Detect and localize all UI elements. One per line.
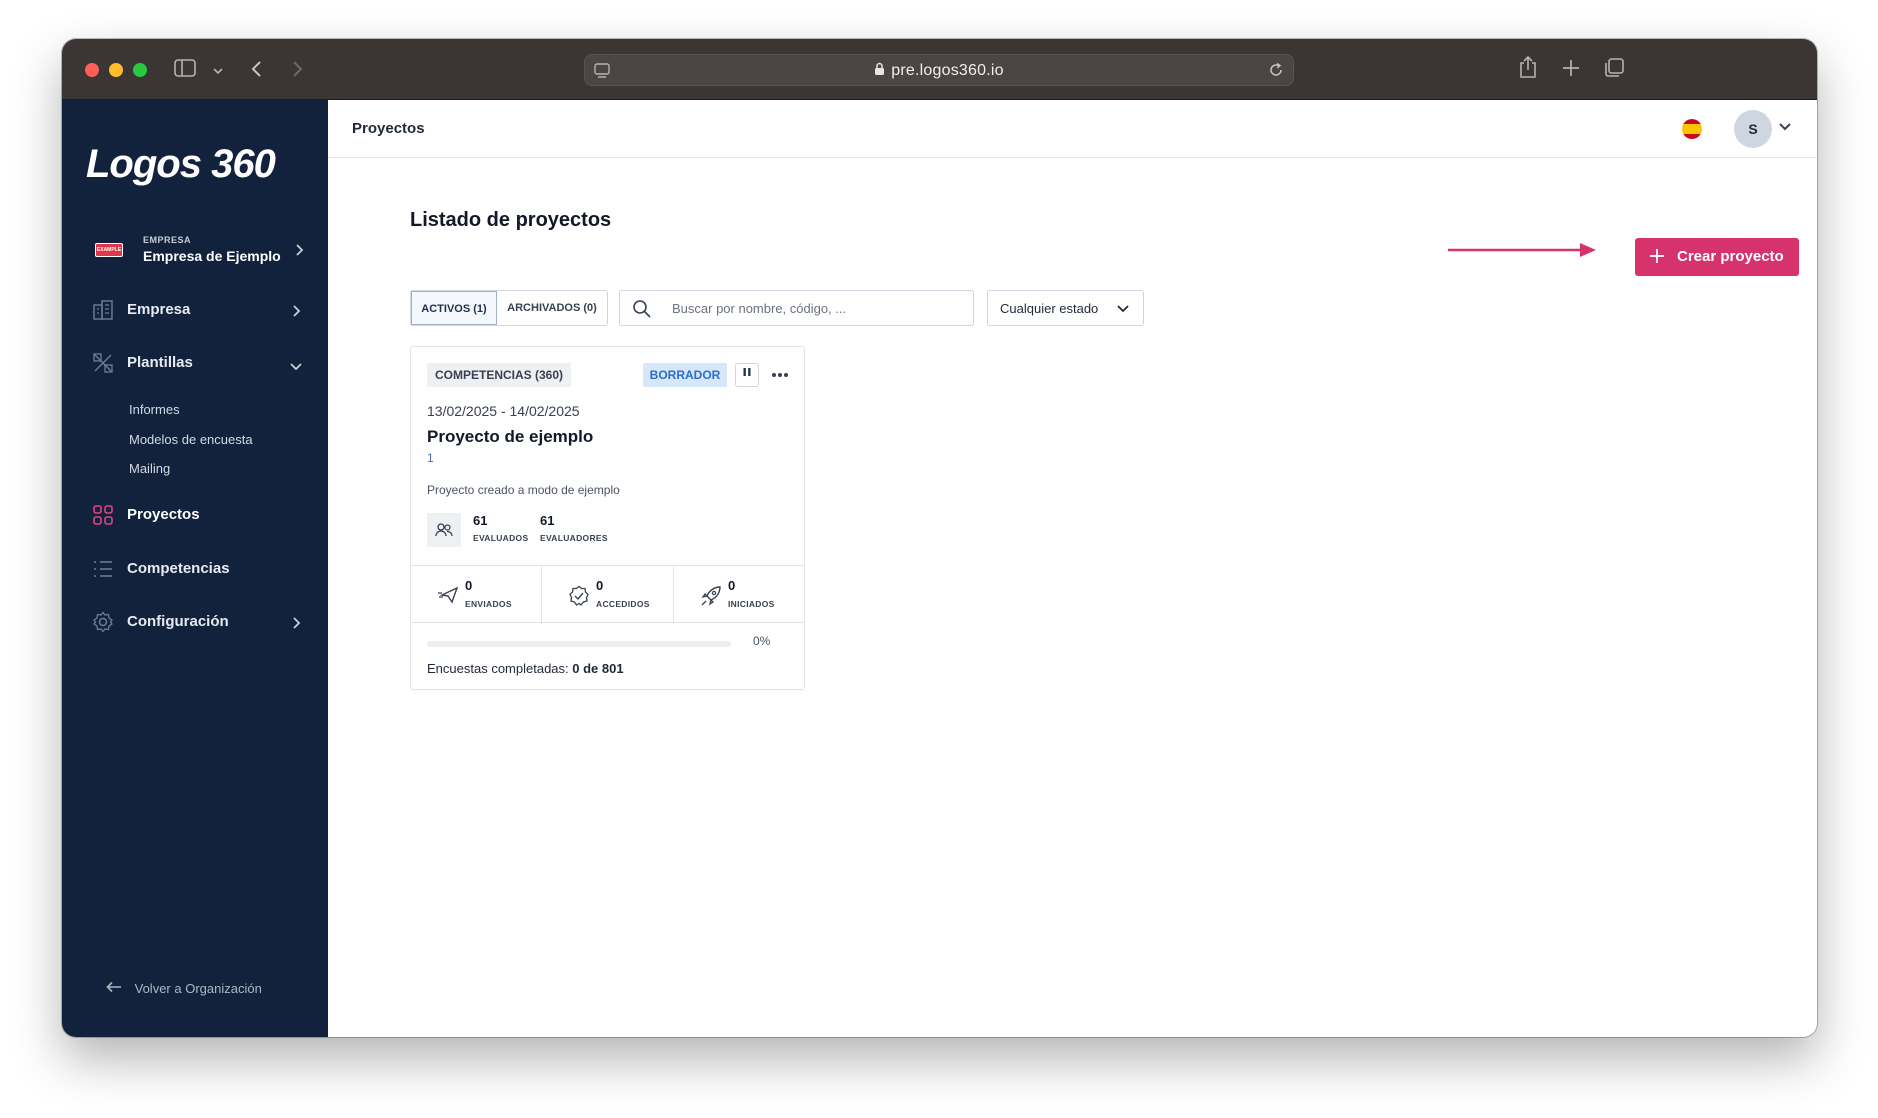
- completed-surveys: Encuestas completadas: 0 de 801: [427, 661, 624, 676]
- project-title[interactable]: Proyecto de ejemplo: [427, 427, 593, 447]
- pause-icon: [743, 368, 751, 376]
- project-dates: 13/02/2025 - 14/02/2025: [427, 403, 580, 419]
- main-content: Proyectos S Listado de proyectos Crear p…: [328, 100, 1817, 1037]
- company-selector[interactable]: EXAMPLE EMPRESA Empresa de Ejemplo: [95, 233, 305, 269]
- search-icon: [632, 299, 652, 324]
- stat-accedidos: 0 ACCEDIDOS: [542, 566, 674, 624]
- arrow-left-icon: [105, 981, 127, 996]
- sidebar: Logos 360 EXAMPLE EMPRESA Empresa de Eje…: [62, 100, 328, 1037]
- ellipsis-icon: [772, 373, 788, 377]
- back-to-organization-link[interactable]: Volver a Organización: [105, 980, 262, 996]
- tab-archivados[interactable]: ARCHIVADOS (0): [497, 291, 607, 325]
- company-name: Empresa de Ejemplo: [143, 248, 281, 264]
- sidebar-subitem-mailing[interactable]: Mailing: [129, 461, 170, 476]
- lock-icon: [874, 62, 885, 81]
- company-flag-icon: EXAMPLE: [95, 243, 123, 257]
- list-icon: [92, 558, 114, 580]
- back-arrow-icon[interactable]: [250, 59, 264, 84]
- building-icon: [92, 299, 114, 321]
- stat-iniciados: 0 INICIADOS: [674, 566, 804, 624]
- sidebar-subitem-informes[interactable]: Informes: [129, 402, 180, 417]
- progress-bar: [427, 641, 731, 647]
- templates-icon: [92, 352, 114, 374]
- spain-flag-icon[interactable]: [1682, 119, 1702, 139]
- logo[interactable]: Logos 360: [86, 142, 276, 187]
- rocket-icon: [701, 586, 721, 606]
- topbar: Proyectos S: [328, 100, 1817, 158]
- progress-percent: 0%: [753, 634, 771, 648]
- address-bar[interactable]: pre.logos360.io: [584, 54, 1294, 86]
- share-icon[interactable]: [1518, 55, 1538, 84]
- new-tab-icon[interactable]: [1562, 59, 1580, 82]
- maximize-window-button[interactable]: [133, 63, 147, 77]
- project-card[interactable]: COMPETENCIAS (360) BORRADOR 13/02/2025 -…: [410, 346, 805, 690]
- project-tabs: ACTIVOS (1) ARCHIVADOS (0): [410, 290, 608, 326]
- chevron-down-icon: [289, 358, 303, 376]
- send-icon: [438, 586, 459, 604]
- search-input[interactable]: [672, 297, 962, 319]
- sidebar-item-empresa[interactable]: Empresa: [92, 295, 304, 325]
- state-filter-select[interactable]: Cualquier estado: [987, 290, 1144, 326]
- chevron-right-icon: [291, 616, 301, 635]
- evaluadores-label: EVALUADORES: [540, 533, 608, 543]
- avatar[interactable]: S: [1734, 110, 1772, 148]
- create-project-button[interactable]: Crear proyecto: [1635, 238, 1799, 276]
- people-icon: [427, 513, 461, 547]
- plus-icon: [1649, 248, 1665, 268]
- logo-text: Logos 360: [86, 142, 276, 186]
- close-window-button[interactable]: [85, 63, 99, 77]
- project-code: 1: [427, 451, 434, 465]
- evaluados-count: 61: [473, 513, 488, 528]
- browser-titlebar: pre.logos360.io: [62, 39, 1817, 100]
- stats-row: 0 ENVIADOS 0 ACCEDIDOS 0 INICIADOS: [411, 565, 804, 624]
- sidebar-item-competencias[interactable]: Competencias: [92, 554, 304, 584]
- url-text: pre.logos360.io: [585, 62, 1293, 81]
- type-badge: COMPETENCIAS (360): [427, 363, 572, 387]
- section-title: Listado de proyectos: [410, 209, 612, 231]
- chevron-down-icon: [1115, 302, 1131, 320]
- evaluadores-count: 61: [540, 513, 555, 528]
- stat-enviados: 0 ENVIADOS: [411, 566, 542, 624]
- sidebar-item-configuracion[interactable]: Configuración: [92, 607, 304, 637]
- more-options-button[interactable]: [768, 362, 792, 386]
- browser-window: pre.logos360.io Logos 360 EXAMPLE EMPRES…: [62, 39, 1817, 1037]
- pause-button[interactable]: [735, 363, 759, 387]
- forward-arrow-icon[interactable]: [290, 59, 304, 84]
- grid-icon: [92, 504, 114, 526]
- reload-icon[interactable]: [1268, 62, 1284, 83]
- project-description: Proyecto creado a modo de ejemplo: [427, 483, 620, 497]
- page-title: Proyectos: [352, 120, 425, 137]
- tabs-overview-icon[interactable]: [1603, 57, 1625, 84]
- search-box[interactable]: [619, 290, 974, 326]
- status-badge: BORRADOR: [643, 363, 727, 387]
- sidebar-item-plantillas[interactable]: Plantillas: [92, 348, 304, 378]
- gear-icon: [92, 611, 114, 633]
- chevron-down-icon[interactable]: [1777, 118, 1793, 139]
- chevron-right-icon: [291, 304, 301, 323]
- sidebar-subitem-modelos[interactable]: Modelos de encuesta: [129, 432, 253, 447]
- sidebar-toggle-icon[interactable]: [174, 58, 196, 83]
- minimize-window-button[interactable]: [109, 63, 123, 77]
- tab-activos[interactable]: ACTIVOS (1): [411, 291, 497, 325]
- evaluados-label: EVALUADOS: [473, 533, 529, 543]
- company-caption: EMPRESA: [143, 235, 192, 245]
- sidebar-item-proyectos[interactable]: Proyectos: [92, 500, 304, 530]
- annotation-arrow-icon: [1448, 240, 1598, 265]
- chevron-right-icon: [294, 243, 304, 262]
- badge-check-icon: [569, 585, 589, 606]
- chevron-down-icon[interactable]: [212, 63, 224, 81]
